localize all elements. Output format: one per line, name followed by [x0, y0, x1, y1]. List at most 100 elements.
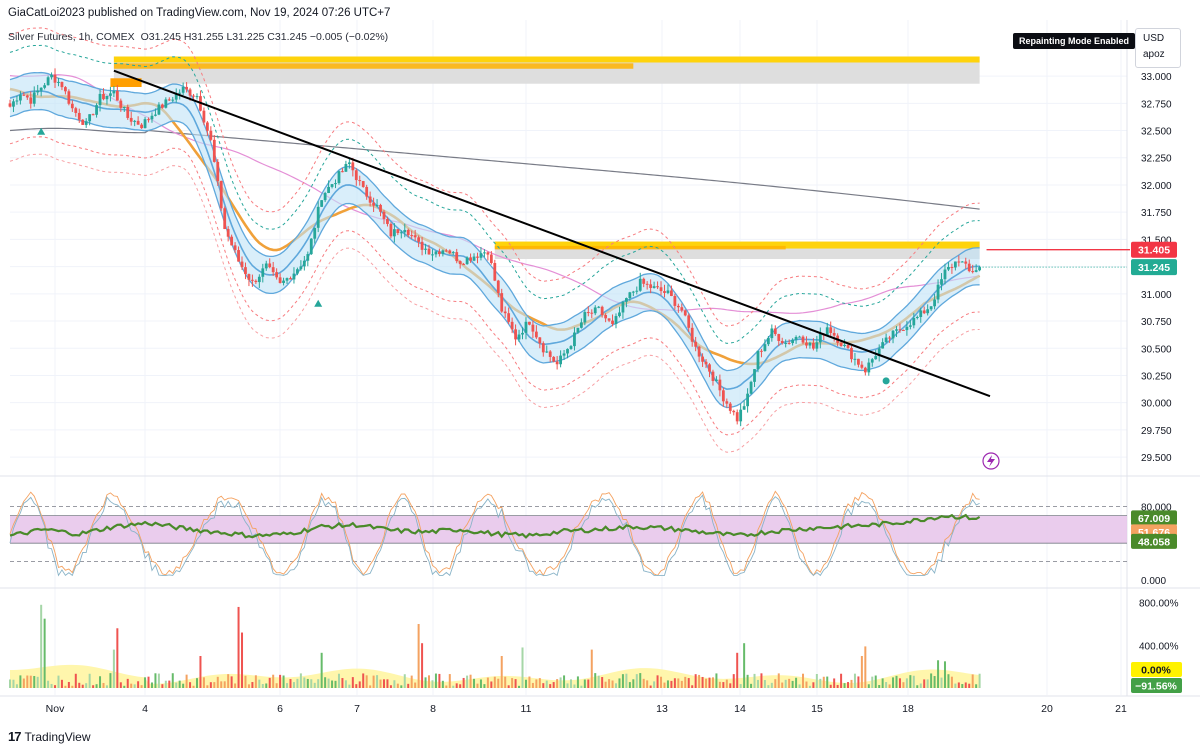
symbol-name[interactable]: Silver Futures, 1h, COMEX [8, 31, 135, 43]
candle-body [943, 269, 947, 280]
candle-body [902, 329, 905, 331]
candle-body [555, 361, 559, 365]
chart-svg[interactable]: 29.500 29.750 30.000 30.250 30.500 30.750 31.0… [0, 0, 1200, 751]
volume-bar [168, 680, 171, 688]
candle-body [126, 106, 130, 118]
volume-bar [123, 685, 126, 688]
candle-body [302, 260, 306, 267]
volume-bar [840, 673, 843, 688]
candle-body [967, 263, 971, 272]
candle-body [670, 290, 673, 296]
currency-selector[interactable]: USD apoz [1135, 28, 1181, 68]
volume-bar [905, 678, 908, 688]
candle-body [230, 236, 234, 246]
candle-body [791, 339, 795, 344]
bands-layer [9, 27, 981, 453]
volume-bar [195, 678, 198, 688]
volume-bar [431, 680, 434, 688]
volume-bar [722, 682, 725, 688]
candle-body [420, 241, 424, 250]
volume-bar [428, 675, 431, 688]
candle-body [964, 261, 968, 264]
candle-body [950, 266, 954, 268]
candle-body [721, 390, 725, 402]
volume-bar [327, 678, 330, 688]
candle-body [251, 279, 254, 281]
volume-bar [743, 643, 746, 688]
candle-body [631, 291, 635, 293]
volume-bar [102, 682, 105, 688]
volume-bar [885, 682, 888, 688]
candle-body [749, 381, 753, 394]
candle-body [36, 90, 40, 93]
signal-dot-marker [882, 377, 890, 385]
volume-bar [663, 682, 666, 688]
candle-body [29, 97, 33, 104]
candle-body [818, 333, 822, 343]
volume-bar [50, 683, 53, 688]
volume-bar [483, 684, 486, 688]
candle-body [846, 344, 850, 348]
candle-body [874, 356, 878, 360]
candle-body [711, 371, 715, 381]
volume-bar [213, 682, 216, 688]
volume-bar [244, 675, 247, 688]
volume-bar [566, 683, 569, 688]
volume-bar [711, 677, 714, 688]
oscillator-pane: 80.0000.00067.00951.67648.058 [9, 490, 1177, 587]
candle-body [223, 208, 227, 230]
candle-body [216, 161, 220, 181]
volume-bar [462, 677, 465, 688]
candle-body [607, 318, 611, 321]
volume-bar [81, 684, 84, 688]
chart-stage: 29.500 29.750 30.000 30.250 30.500 30.750 31.0… [0, 0, 1200, 751]
candle-body [84, 121, 88, 125]
volume-bar [389, 685, 392, 688]
candle-body [278, 277, 282, 283]
volume-bar [372, 675, 375, 688]
volume-bar [660, 676, 663, 688]
candle [735, 409, 739, 425]
volume-bar [587, 679, 590, 688]
volume-bar [649, 685, 652, 688]
candle-body [129, 117, 133, 122]
volume-bar [646, 680, 649, 688]
candle [486, 251, 490, 261]
candle-body [773, 328, 777, 335]
volume-bar [258, 679, 261, 688]
ohlc-readout: O31.245 H31.255 L31.225 C31.245 −0.005 (… [140, 31, 389, 43]
volume-bar [320, 652, 323, 688]
candle-body [57, 81, 60, 83]
volume-bar [476, 683, 479, 688]
candle [389, 222, 393, 239]
candle-body [181, 86, 185, 93]
volume-bar [864, 646, 867, 688]
volume-bar [348, 684, 351, 688]
candle-body [91, 114, 95, 116]
candle-body [431, 254, 434, 256]
candle-body [18, 94, 22, 101]
x-tick-label: 15 [811, 703, 823, 715]
candle-body [188, 89, 192, 96]
volume-bar [573, 684, 576, 688]
candle-body [534, 331, 538, 338]
volume-bar [469, 674, 472, 688]
y-tick-label: 32.000 [1141, 181, 1172, 192]
x-tick-label: 21 [1115, 703, 1127, 715]
volume-bar [898, 678, 901, 688]
volume-bar [47, 680, 50, 688]
volume-bar [774, 679, 777, 688]
candle-body [597, 306, 601, 308]
volume-bar [479, 679, 482, 688]
volume-bar [975, 684, 978, 688]
candle-body [867, 362, 871, 373]
x-tick-label: 20 [1041, 703, 1053, 715]
volume-bar [407, 683, 410, 688]
volume-bar [473, 678, 476, 688]
candle [209, 126, 213, 142]
candle-body [905, 326, 909, 331]
candle-body [704, 361, 708, 365]
volume-bar [708, 677, 711, 688]
candle-body [358, 180, 362, 182]
candle-body [531, 324, 535, 332]
